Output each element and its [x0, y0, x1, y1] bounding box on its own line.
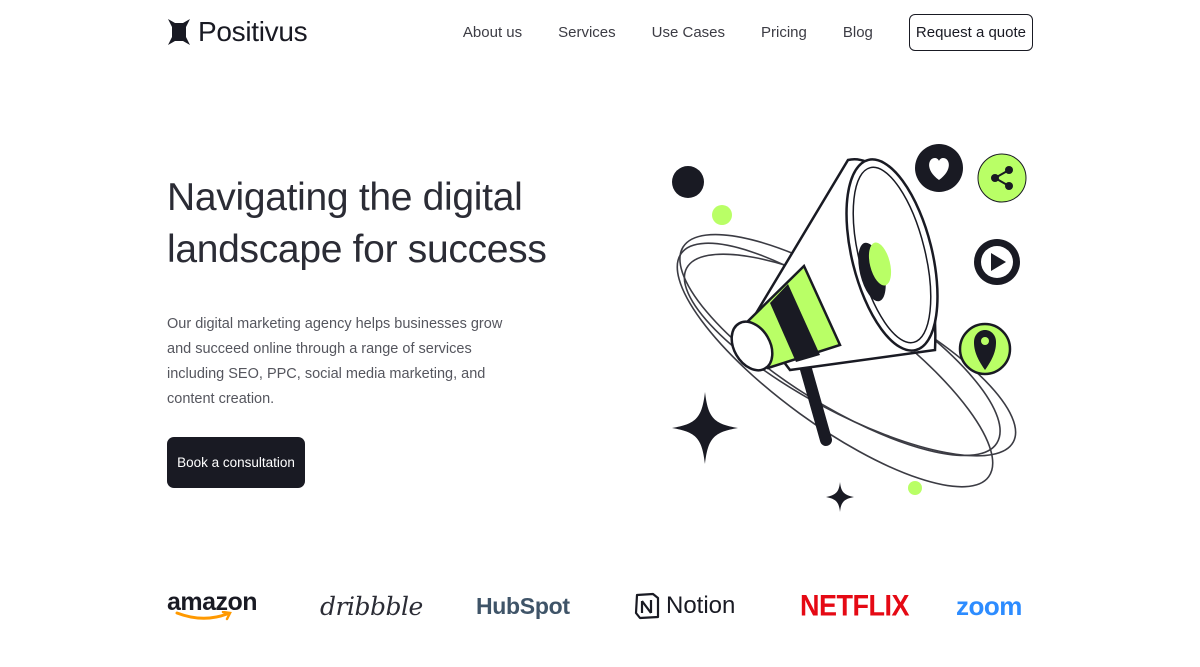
client-logo-hubspot: HubSpot: [476, 588, 570, 624]
green-dot: [908, 481, 922, 495]
logo-text: Positivus: [198, 16, 308, 47]
nav-about-us[interactable]: About us: [463, 24, 522, 41]
hero-title-line-1: Navigating the digital: [167, 176, 523, 219]
notion-wordmark: Notion: [666, 592, 736, 619]
play-icon: [974, 239, 1020, 285]
nav-services[interactable]: Services: [558, 24, 616, 41]
client-logo-netflix: NETFLIX: [800, 589, 910, 622]
book-consultation-button[interactable]: Book a consultation: [167, 437, 305, 488]
hero-description: Our digital marketing agency helps busin…: [167, 316, 503, 407]
client-logo-amazon: amazon: [167, 588, 258, 624]
black-dot: [672, 166, 704, 198]
location-pin-icon: [958, 322, 1012, 376]
hero-title-line-2: landscape for success: [167, 228, 547, 271]
request-quote-button[interactable]: Request a quote: [908, 13, 1033, 51]
megaphone-illustration: [672, 144, 1027, 512]
share-icon: [977, 153, 1027, 203]
site-header: Positivus About us Services Use Cases Pr…: [167, 10, 1033, 54]
logo[interactable]: Positivus: [167, 16, 308, 48]
hero-title: Navigating the digital landscape for suc…: [167, 172, 587, 276]
nav-blog[interactable]: Blog: [843, 24, 873, 41]
sparkle-icon: [826, 482, 854, 512]
nav-pricing[interactable]: Pricing: [761, 24, 807, 41]
hubspot-wordmark: HubSpot: [476, 592, 570, 619]
notion-icon: [634, 592, 660, 620]
client-logo-notion: Notion: [634, 588, 735, 624]
green-dot: [712, 205, 732, 225]
main-nav: About us Services Use Cases Pricing Blog…: [463, 13, 1033, 51]
megaphone-icon: [730, 158, 939, 446]
sparkle-icon: [672, 392, 738, 464]
amazon-smile-icon: [175, 611, 232, 621]
client-logo-dribbble: dribbble: [320, 591, 423, 621]
positivus-logo-icon: [168, 19, 190, 45]
heart-icon: [915, 144, 963, 192]
nav-use-cases[interactable]: Use Cases: [652, 24, 725, 41]
client-logo-zoom: zoom: [956, 590, 1022, 621]
